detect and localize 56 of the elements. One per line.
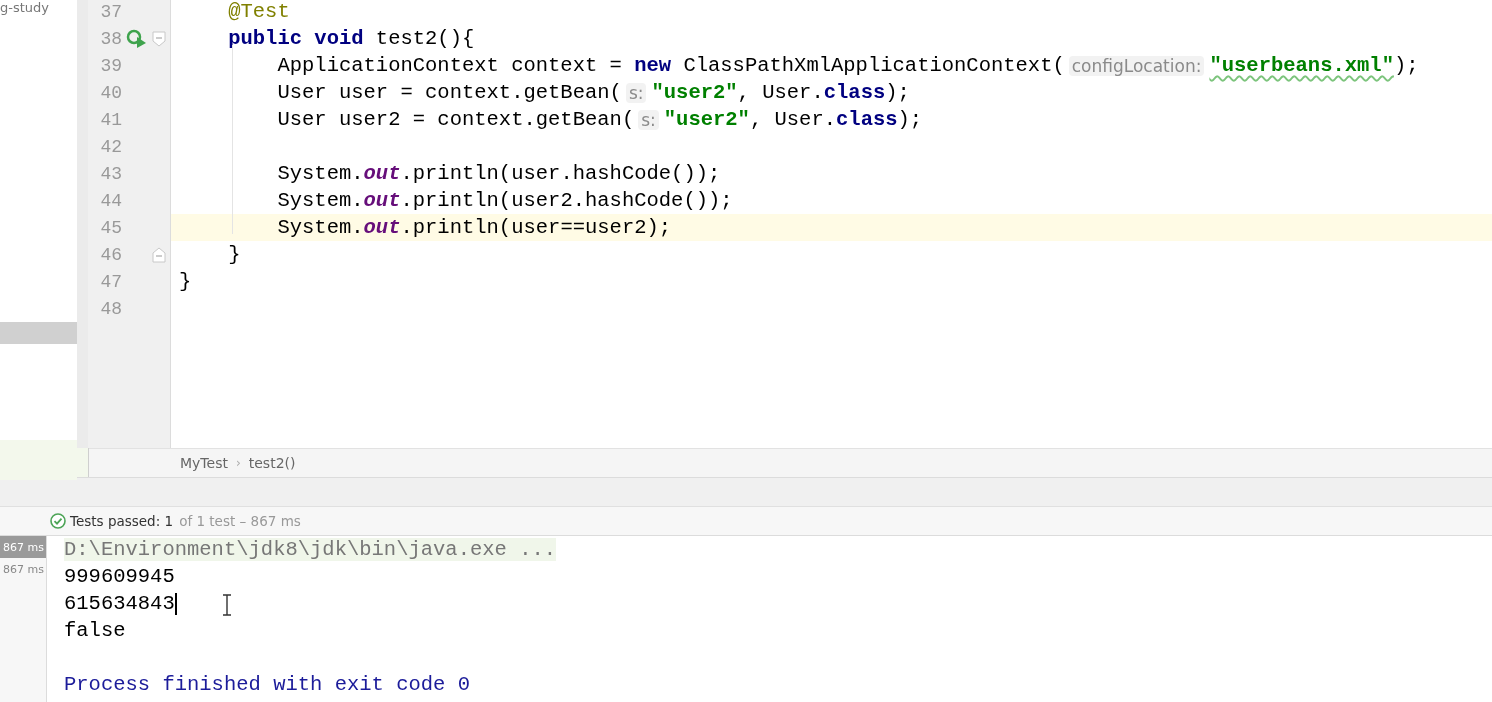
test-summary: Tests passed: 1 bbox=[70, 513, 174, 529]
line-number: 46 bbox=[99, 244, 122, 265]
line-number: 44 bbox=[99, 190, 122, 211]
code-text: out bbox=[363, 189, 401, 212]
code-text: User user2 = context.getBean( bbox=[277, 108, 635, 131]
parameter-hint: s: bbox=[638, 109, 659, 130]
code-text: test2(){ bbox=[374, 27, 475, 50]
code-text: new bbox=[634, 54, 672, 77]
line-number: 37 bbox=[99, 1, 122, 22]
code-text: } bbox=[228, 243, 241, 266]
breadcrumb-separator: › bbox=[235, 456, 241, 470]
code-text: "user2" bbox=[651, 81, 738, 104]
console-line: 999609945 bbox=[64, 565, 175, 588]
code-text: System. bbox=[277, 216, 364, 239]
code-text: out bbox=[363, 162, 401, 185]
code-text: ApplicationContext context = bbox=[277, 54, 623, 77]
test-duration[interactable]: 867 ms bbox=[0, 536, 46, 558]
code-text: .println(user==user2); bbox=[400, 216, 672, 239]
code-text: out bbox=[363, 216, 401, 239]
line-number: 42 bbox=[99, 136, 122, 157]
line-number: 40 bbox=[99, 82, 122, 103]
code-text: class bbox=[836, 108, 898, 131]
parameter-hint: s: bbox=[625, 82, 647, 103]
code-text: , User. bbox=[749, 108, 837, 131]
code-text: User user = context.getBean( bbox=[277, 81, 622, 104]
code-text: class bbox=[823, 81, 886, 104]
code-text: ); bbox=[1393, 54, 1419, 77]
line-number: 38 bbox=[99, 28, 122, 49]
code-text: @Test bbox=[228, 0, 290, 23]
project-name[interactable]: g-study bbox=[0, 1, 49, 14]
code-text: public void bbox=[228, 27, 364, 50]
code-text: .println(user.hashCode()); bbox=[400, 162, 721, 185]
code-text: "user2" bbox=[663, 108, 750, 131]
console-line: 615634843 bbox=[64, 592, 175, 615]
test-duration[interactable]: 867 ms bbox=[0, 558, 46, 580]
line-number: 45 bbox=[99, 217, 122, 238]
console-line: Process finished with exit code 0 bbox=[64, 673, 470, 696]
line-number: 39 bbox=[99, 55, 122, 76]
console-line: false bbox=[64, 619, 126, 642]
code-text: "userbeans.xml" bbox=[1209, 54, 1394, 77]
code-text: ); bbox=[885, 81, 910, 104]
line-number: 41 bbox=[99, 109, 122, 130]
line-number: 47 bbox=[99, 271, 122, 292]
code-text: , User. bbox=[737, 81, 824, 104]
parameter-hint: configLocation: bbox=[1068, 55, 1205, 76]
code-text: ); bbox=[897, 108, 923, 131]
code-text: ClassPathXmlApplicationContext( bbox=[682, 54, 1065, 77]
code-text: } bbox=[179, 270, 192, 293]
code-text: System. bbox=[277, 162, 364, 185]
line-number: 43 bbox=[99, 163, 122, 184]
code-text: .println(user2.hashCode()); bbox=[400, 189, 733, 212]
line-number: 48 bbox=[99, 298, 122, 319]
test-detail: of 1 test – 867 ms bbox=[179, 513, 301, 529]
code-text: System. bbox=[277, 189, 364, 212]
breadcrumb[interactable]: test2() bbox=[248, 455, 296, 471]
breadcrumb[interactable]: MyTest bbox=[180, 455, 228, 471]
